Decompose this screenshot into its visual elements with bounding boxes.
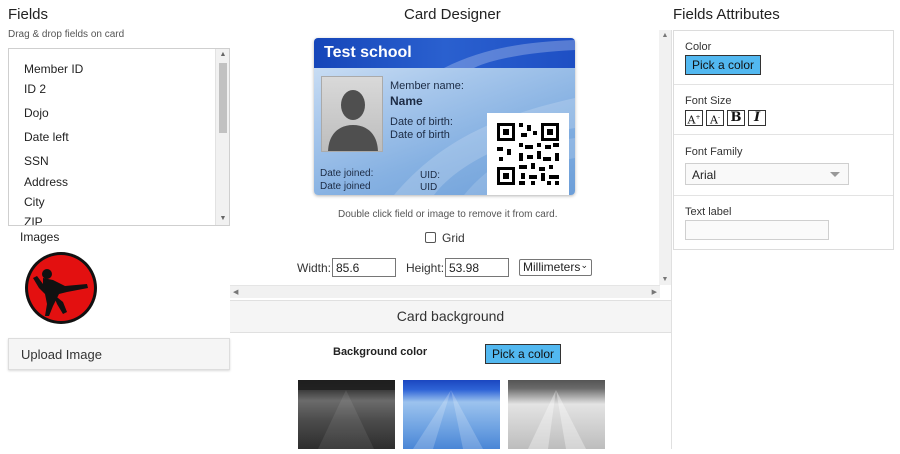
color-label: Color xyxy=(685,41,712,53)
background-thumbnail-dark[interactable] xyxy=(298,380,395,449)
scroll-up-icon[interactable]: ▲ xyxy=(216,49,229,61)
text-label-label: Text label xyxy=(685,206,732,218)
scrollbar-thumb[interactable] xyxy=(219,63,227,133)
background-color-label: Background color xyxy=(333,346,428,358)
font-family-label: Font Family xyxy=(685,146,743,158)
field-item-date-left[interactable]: Date left xyxy=(24,130,69,144)
unit-select[interactable]: Millimeters ⌄ xyxy=(519,259,592,276)
card-background-title[interactable]: Card background xyxy=(230,301,671,333)
italic-icon[interactable]: I xyxy=(748,110,766,126)
field-item-city[interactable]: City xyxy=(24,195,45,209)
person-silhouette-icon xyxy=(328,90,378,151)
font-size-label: Font Size xyxy=(685,95,732,107)
background-pick-color-button[interactable]: Pick a color xyxy=(485,344,562,364)
card-photo-placeholder[interactable] xyxy=(321,76,383,152)
fields-attributes-title: Fields Attributes xyxy=(673,6,780,23)
font-family-select[interactable]: Arial xyxy=(685,163,849,185)
qr-code-icon xyxy=(497,123,559,185)
scroll-right-icon[interactable]: ▶ xyxy=(652,286,657,299)
bold-icon[interactable]: B xyxy=(727,110,745,126)
font-size-section: Font Size A+ A- B I xyxy=(674,85,893,135)
fields-attributes-panel: Color Pick a color Font Size A+ A- B I F… xyxy=(673,30,894,250)
card-qr-code[interactable] xyxy=(487,113,569,195)
card-school-name[interactable]: Test school xyxy=(324,44,412,62)
field-list[interactable]: Member ID ID 2 Dojo Date left SSN Addres… xyxy=(8,48,230,226)
height-input[interactable] xyxy=(445,258,509,277)
field-list-scrollbar[interactable]: ▲ ▼ xyxy=(215,49,229,225)
karate-logo-icon[interactable] xyxy=(23,250,99,326)
text-label-section: Text label xyxy=(674,196,893,250)
font-family-section: Font Family Arial xyxy=(674,135,893,196)
chevron-down-icon: ⌄ xyxy=(580,260,588,270)
card-date-joined-label[interactable]: Date joined: xyxy=(320,168,373,179)
card-dob-label[interactable]: Date of birth: xyxy=(390,116,453,128)
dark-texture xyxy=(298,380,395,449)
field-pick-color-button[interactable]: Pick a color xyxy=(685,55,762,75)
field-item-ssn[interactable]: SSN xyxy=(24,154,49,168)
font-increase-icon[interactable]: A+ xyxy=(685,110,703,127)
unit-select-value: Millimeters xyxy=(523,260,581,274)
card-dob-value[interactable]: Date of birth xyxy=(390,129,450,141)
field-item-zip[interactable]: ZIP xyxy=(24,215,43,225)
grid-checkbox[interactable] xyxy=(425,232,436,243)
field-item-member-id[interactable]: Member ID xyxy=(24,62,83,76)
grid-toggle[interactable]: Grid xyxy=(425,231,465,245)
card-remove-hint: Double click field or image to remove it… xyxy=(338,209,558,220)
card-designer-title: Card Designer xyxy=(404,6,501,23)
designer-horizontal-scrollbar[interactable]: ◀ ▶ xyxy=(230,285,660,298)
field-item-dojo[interactable]: Dojo xyxy=(24,106,49,120)
height-label: Height: xyxy=(406,261,445,275)
fields-title: Fields xyxy=(8,6,49,23)
card-date-joined-value[interactable]: Date joined xyxy=(320,181,371,192)
upload-image-button[interactable]: Upload Image xyxy=(8,338,230,370)
text-label-input[interactable] xyxy=(685,220,829,240)
designer-vertical-scrollbar[interactable]: ▲ ▼ xyxy=(659,30,671,285)
chevron-down-icon xyxy=(830,172,840,177)
width-input[interactable] xyxy=(332,258,396,277)
color-section: Color Pick a color xyxy=(674,31,893,85)
scroll-left-icon[interactable]: ◀ xyxy=(233,286,238,299)
card-uid-label[interactable]: UID: xyxy=(420,170,440,181)
card-member-name-label[interactable]: Member name: xyxy=(390,80,464,92)
field-item-address[interactable]: Address xyxy=(24,175,68,189)
font-family-value: Arial xyxy=(692,168,717,182)
silver-rays xyxy=(528,390,586,449)
field-item-id-2[interactable]: ID 2 xyxy=(24,82,46,96)
card-header-bar: Test school xyxy=(314,38,575,68)
scroll-down-icon[interactable]: ▼ xyxy=(659,276,671,283)
font-decrease-icon[interactable]: A- xyxy=(706,110,724,127)
card-uid-value[interactable]: UID xyxy=(420,182,437,193)
id-card-preview[interactable]: Test school Member name: Name Date of bi… xyxy=(314,38,575,195)
width-label: Width: xyxy=(297,261,332,275)
fields-hint: Drag & drop fields on card xyxy=(8,29,125,40)
background-thumbnail-silver[interactable] xyxy=(508,380,605,449)
images-title: Images xyxy=(20,230,60,244)
scroll-up-icon[interactable]: ▲ xyxy=(659,32,671,39)
card-member-name[interactable]: Name xyxy=(390,94,423,108)
scroll-down-icon[interactable]: ▼ xyxy=(216,213,229,225)
blue-rays xyxy=(413,390,483,449)
background-thumbnail-blue[interactable] xyxy=(403,380,500,449)
grid-label: Grid xyxy=(442,231,465,245)
